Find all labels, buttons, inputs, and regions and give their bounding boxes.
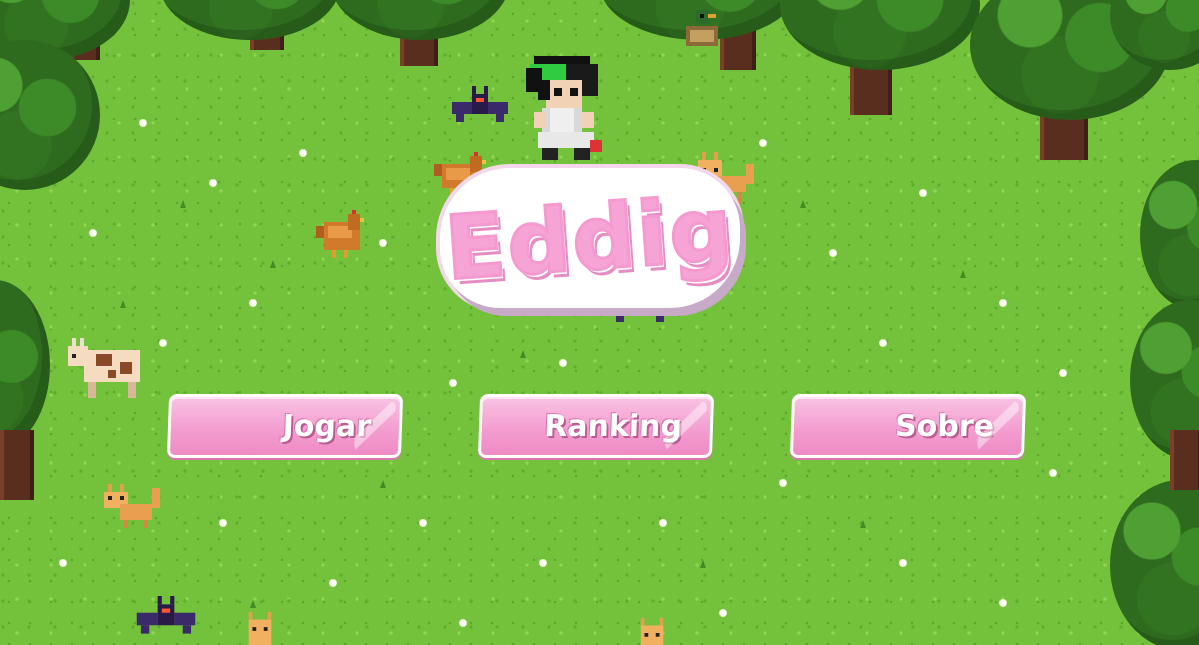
- grass-tuft: [700, 560, 706, 568]
- flower-icon: [210, 180, 216, 186]
- tree-trunk: [1170, 430, 1199, 490]
- bat-icon: [136, 596, 196, 634]
- ranking-button[interactable]: Ranking: [477, 394, 715, 458]
- flower-icon: [560, 360, 566, 366]
- flower-icon: [900, 560, 906, 566]
- chicken-icon: [316, 210, 364, 258]
- flower-icon: [1000, 300, 1006, 306]
- cat-icon: [248, 612, 272, 645]
- flower-icon: [460, 620, 466, 626]
- play-button-label: Jogar: [282, 408, 372, 444]
- tree-icon: [780, 0, 980, 70]
- grass-tuft: [520, 350, 526, 358]
- grass-tuft: [800, 200, 806, 208]
- grass-tuft: [380, 480, 386, 488]
- grass-tuft: [180, 200, 186, 208]
- flower-icon: [540, 560, 546, 566]
- flower-icon: [720, 610, 726, 616]
- flower-icon: [160, 340, 166, 346]
- grass-tuft: [250, 600, 256, 608]
- flower-icon: [660, 520, 666, 526]
- flower-icon: [880, 340, 886, 346]
- about-button[interactable]: Sobre: [789, 394, 1027, 458]
- flower-icon: [140, 120, 146, 126]
- tree-icon: [330, 0, 510, 40]
- bat-icon: [452, 86, 508, 122]
- flower-icon: [60, 560, 66, 566]
- tree-icon: [0, 40, 100, 190]
- cat-icon: [640, 618, 664, 645]
- cow-icon: [68, 338, 140, 398]
- flower-icon: [420, 520, 426, 526]
- tree-icon: [1140, 160, 1199, 310]
- grass-tuft: [860, 520, 866, 528]
- flower-icon: [300, 150, 306, 156]
- game-scene: Eddig Jogar Ranking Sobre: [0, 0, 1199, 645]
- flower-icon: [830, 250, 836, 256]
- play-button[interactable]: Jogar: [166, 394, 404, 458]
- flower-icon: [450, 380, 456, 386]
- flower-icon: [920, 190, 926, 196]
- flower-icon: [330, 580, 336, 586]
- duck-icon: [686, 10, 718, 46]
- ranking-button-label: Ranking: [543, 408, 683, 444]
- player-character-icon: [526, 56, 602, 160]
- tree-icon: [160, 0, 340, 40]
- game-logo: Eddig: [440, 168, 740, 308]
- tree-icon: [0, 280, 50, 450]
- grass-tuft: [270, 260, 276, 268]
- grass-tuft: [960, 270, 966, 278]
- flower-icon: [780, 480, 786, 486]
- tree-icon: [1110, 480, 1199, 645]
- tree-trunk: [0, 430, 34, 500]
- grass-tuft: [120, 300, 126, 308]
- about-button-label: Sobre: [894, 408, 995, 444]
- flower-icon: [380, 240, 386, 246]
- flower-icon: [1000, 600, 1006, 606]
- flower-icon: [1050, 470, 1056, 476]
- cat-icon: [104, 484, 160, 528]
- flower-icon: [1060, 370, 1066, 376]
- flower-icon: [90, 230, 96, 236]
- game-title: Eddig: [441, 175, 740, 301]
- flower-icon: [220, 520, 226, 526]
- flower-icon: [760, 140, 766, 146]
- flower-icon: [250, 300, 256, 306]
